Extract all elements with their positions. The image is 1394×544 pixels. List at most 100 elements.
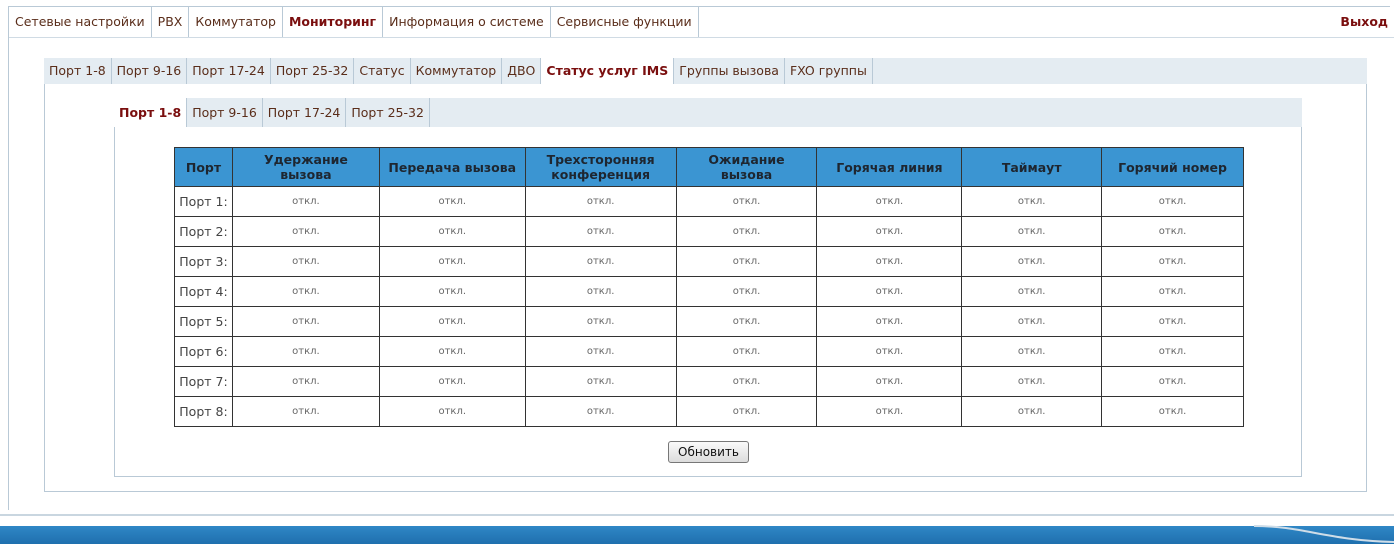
column-header: Трехсторонняя конференция: [524, 147, 677, 187]
service-status: откл.: [378, 276, 526, 307]
service-status: откл.: [816, 366, 963, 397]
service-status: откл.: [675, 186, 818, 217]
service-status: откл.: [961, 336, 1103, 367]
tab-monitoring[interactable]: ДВО: [502, 58, 542, 84]
topnav-item[interactable]: Информация о системе: [383, 7, 551, 37]
table-row: Порт 7: откл. откл. откл. откл. откл. откл. отк…: [174, 366, 1244, 397]
tab-monitoring[interactable]: Статус услуг IMS: [541, 58, 675, 84]
service-status: откл.: [378, 186, 526, 217]
table-header-row: Порт Удержание вызова Передача вызова Трехс…: [174, 147, 1244, 187]
service-status: откл.: [816, 396, 963, 427]
service-status: откл.: [1101, 186, 1244, 217]
service-status: откл.: [675, 366, 818, 397]
service-status: откл.: [524, 276, 677, 307]
service-status: откл.: [675, 306, 818, 337]
topnav-item[interactable]: Сервисные функции: [551, 7, 699, 37]
service-status: откл.: [524, 336, 677, 367]
service-status: откл.: [524, 246, 677, 277]
service-status: откл.: [378, 336, 526, 367]
port-label: Порт 4:: [174, 276, 233, 307]
service-status: откл.: [378, 306, 526, 337]
service-status: откл.: [961, 306, 1103, 337]
table-row: Порт 4: откл. откл. откл. откл. откл. откл. отк…: [174, 276, 1244, 307]
service-status: откл.: [816, 246, 963, 277]
footer-bar: [0, 525, 1394, 544]
service-status: откл.: [231, 276, 380, 307]
tab-port-range[interactable]: Порт 9-16: [187, 98, 263, 127]
service-status: откл.: [961, 186, 1103, 217]
port-label: Порт 6:: [174, 336, 233, 367]
tab-port-range[interactable]: Порт 17-24: [263, 98, 347, 127]
tab-monitoring[interactable]: Порт 1-8: [44, 58, 112, 84]
service-status: откл.: [816, 306, 963, 337]
service-status: откл.: [1101, 336, 1244, 367]
service-status: откл.: [524, 366, 677, 397]
tab-monitoring[interactable]: FXO группы: [785, 58, 873, 84]
topnav-item[interactable]: Коммутатор: [189, 7, 283, 37]
tab-monitoring[interactable]: Порт 17-24: [187, 58, 271, 84]
service-status: откл.: [231, 186, 380, 217]
column-header: Горячий номер: [1101, 147, 1244, 187]
port-label: Порт 3:: [174, 246, 233, 277]
tab-monitoring[interactable]: Порт 25-32: [271, 58, 355, 84]
tab-monitoring[interactable]: Статус: [354, 58, 411, 84]
service-status: откл.: [675, 246, 818, 277]
topnav-item[interactable]: PBX: [152, 7, 190, 37]
table-row: Порт 1: откл. откл. откл. откл. откл. откл. отк…: [174, 186, 1244, 217]
service-status: откл.: [524, 186, 677, 217]
tab-port-range[interactable]: Порт 25-32: [346, 98, 430, 127]
table-row: Порт 8: откл. откл. откл. откл. откл. откл. отк…: [174, 396, 1244, 427]
table-row: Порт 3: откл. откл. откл. откл. откл. откл. отк…: [174, 246, 1244, 277]
logout-link[interactable]: Выход: [1340, 7, 1388, 37]
tab-monitoring[interactable]: Порт 9-16: [112, 58, 188, 84]
service-status: откл.: [1101, 396, 1244, 427]
service-status: откл.: [231, 366, 380, 397]
service-status: откл.: [961, 246, 1103, 277]
service-status: откл.: [675, 276, 818, 307]
service-status: откл.: [816, 216, 963, 247]
service-status: откл.: [378, 366, 526, 397]
column-header: Порт: [174, 147, 233, 187]
service-status: откл.: [961, 366, 1103, 397]
refresh-button[interactable]: Обновить: [668, 441, 749, 463]
port-label: Порт 2:: [174, 216, 233, 247]
service-status: откл.: [231, 396, 380, 427]
port-label: Порт 7:: [174, 366, 233, 397]
tab-monitoring[interactable]: Коммутатор: [411, 58, 503, 84]
tab-monitoring[interactable]: Группы вызова: [674, 58, 785, 84]
service-status: откл.: [524, 216, 677, 247]
table-row: Порт 6: откл. откл. откл. откл. откл. откл. отк…: [174, 336, 1244, 367]
service-status: откл.: [816, 186, 963, 217]
service-status: откл.: [961, 396, 1103, 427]
service-status: откл.: [675, 336, 818, 367]
topnav-item[interactable]: Сетевые настройки: [9, 7, 152, 37]
service-status: откл.: [231, 246, 380, 277]
column-header: Горячая линия: [816, 147, 963, 187]
service-status: откл.: [231, 216, 380, 247]
service-status: откл.: [1101, 246, 1244, 277]
service-status: откл.: [524, 306, 677, 337]
service-status: откл.: [524, 396, 677, 427]
service-status: откл.: [378, 246, 526, 277]
service-status: откл.: [675, 396, 818, 427]
port-label: Порт 1:: [174, 186, 233, 217]
port-range-tabs: Порт 1-8 Порт 9-16 Порт 17-24 Порт 25-32: [114, 98, 1302, 128]
port-label: Порт 8:: [174, 396, 233, 427]
topnav-item[interactable]: Мониторинг: [283, 7, 384, 37]
service-status: откл.: [231, 306, 380, 337]
service-status: откл.: [378, 216, 526, 247]
service-status: откл.: [378, 396, 526, 427]
service-status: откл.: [1101, 276, 1244, 307]
ims-services-table: Порт Удержание вызова Передача вызова Трехс…: [174, 147, 1244, 427]
service-status: откл.: [961, 276, 1103, 307]
service-status: откл.: [816, 336, 963, 367]
service-status: откл.: [231, 336, 380, 367]
tab-port-range[interactable]: Порт 1-8: [114, 98, 188, 127]
service-status: откл.: [1101, 366, 1244, 397]
service-status: откл.: [1101, 216, 1244, 247]
top-navigation: Сетевые настройки PBX Коммутатор Мониторинг…: [9, 7, 1394, 38]
column-header: Удержание вызова: [231, 147, 380, 187]
service-status: откл.: [675, 216, 818, 247]
table-row: Порт 5: откл. откл. откл. откл. откл. откл. отк…: [174, 306, 1244, 337]
service-status: откл.: [961, 216, 1103, 247]
